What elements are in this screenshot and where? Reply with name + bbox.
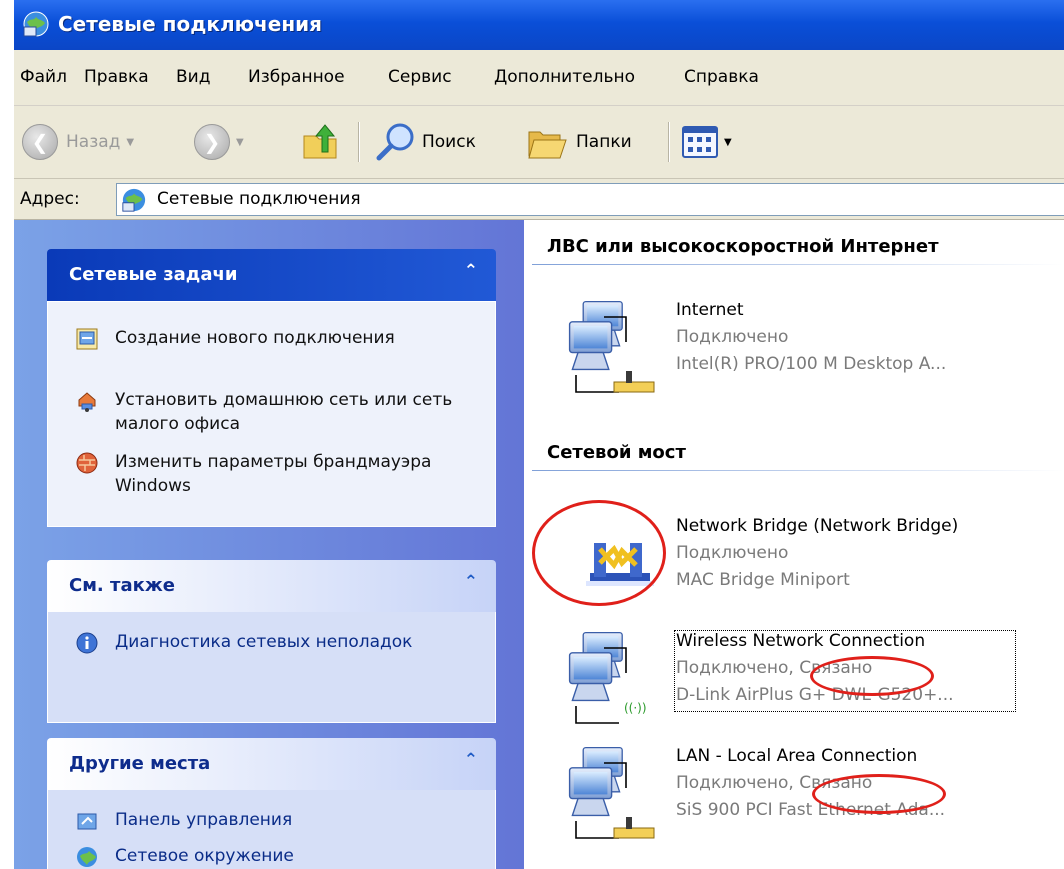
menu-favorites[interactable]: Избранное — [248, 67, 345, 87]
forward-arrow-icon: ❯ — [194, 124, 230, 160]
group-divider — [532, 470, 1064, 471]
search-button[interactable]: Поиск — [374, 106, 476, 178]
task-pane: Сетевые задачи ⌃ Создание нового подключ… — [14, 220, 524, 869]
toolbar-separator — [358, 122, 360, 162]
back-arrow-icon: ❮ — [22, 124, 58, 160]
connection-name: Network Bridge (Network Bridge) — [676, 516, 959, 536]
search-icon — [376, 123, 414, 161]
group-header-bridge: Сетевой мост — [547, 442, 686, 463]
task-label: Создание нового подключения — [115, 328, 395, 348]
task-home-network[interactable]: Установить домашнюю сеть или сеть малого… — [76, 388, 455, 436]
panel-header[interactable]: Сетевые задачи ⌃ — [47, 249, 496, 301]
menu-view[interactable]: Вид — [176, 67, 210, 87]
task-label: Изменить параметры брандмауэра Windows — [115, 452, 432, 496]
task-label: Сетевое окружение — [115, 846, 294, 866]
panel-title: Другие места — [69, 753, 211, 774]
collapse-chevron-icon[interactable]: ⌃ — [464, 572, 478, 592]
task-new-connection[interactable]: Создание нового подключения — [76, 326, 455, 350]
task-firewall-settings[interactable]: Изменить параметры брандмауэра Windows — [76, 450, 455, 498]
views-icon — [682, 126, 718, 158]
panel-body: Создание нового подключения Установить д… — [47, 301, 496, 527]
task-network-diagnostics[interactable]: Диагностика сетевых неполадок — [76, 630, 455, 654]
back-button[interactable]: ❮ Назад ▼ — [22, 106, 134, 178]
address-label: Адрес: — [20, 189, 80, 209]
lan-connection-icon — [568, 746, 655, 839]
network-tasks-panel: Сетевые задачи ⌃ Создание нового подключ… — [47, 249, 496, 527]
other-places-panel: Другие места ⌃ Панель управления Сетевое… — [47, 738, 496, 869]
address-bar: Адрес: Сетевые подключения — [14, 179, 1064, 220]
connection-name: LAN - Local Area Connection — [676, 746, 918, 766]
title-bar[interactable]: Сетевые подключения — [14, 0, 1064, 50]
connection-info: Internet Подключено Intel(R) PRO/100 M D… — [676, 297, 946, 378]
forward-button[interactable]: ❯ ▼ — [194, 106, 244, 178]
connection-status: Подключено — [676, 543, 789, 563]
menu-file[interactable]: Файл — [20, 67, 67, 87]
svg-text:((·)): ((·)) — [624, 701, 647, 715]
wireless-connection-icon: ((·)) — [568, 631, 647, 724]
new-connection-icon — [76, 328, 98, 350]
toolbar: ❮ Назад ▼ ❯ ▼ Поиск Папки ▼ — [14, 106, 1064, 179]
connection-device: MAC Bridge Miniport — [676, 570, 850, 590]
group-header-lan: ЛВС или высокоскоростной Интернет — [547, 236, 939, 257]
back-button-label: Назад — [66, 132, 121, 152]
firewall-icon — [76, 452, 98, 474]
highlight-ring-bridge — [532, 500, 666, 606]
chevron-down-icon: ▼ — [126, 136, 135, 148]
task-label: Панель управления — [115, 810, 293, 830]
panel-body: Панель управления Сетевое окружение — [47, 790, 496, 869]
search-button-label: Поиск — [422, 132, 476, 152]
up-folder-icon — [303, 124, 337, 159]
chevron-down-icon: ▼ — [236, 136, 244, 148]
menu-advanced[interactable]: Дополнительно — [494, 67, 635, 87]
views-button[interactable]: ▼ — [682, 106, 732, 178]
collapse-chevron-icon[interactable]: ⌃ — [464, 750, 478, 770]
highlight-ring-wireless-status — [810, 656, 934, 696]
task-label: Диагностика сетевых неполадок — [115, 632, 413, 652]
network-connections-icon — [122, 188, 146, 212]
address-value: Сетевые подключения — [157, 189, 361, 209]
home-network-icon — [78, 392, 96, 412]
place-control-panel[interactable]: Панель управления — [76, 808, 455, 832]
panel-title: См. также — [69, 575, 175, 596]
menu-bar: Файл Правка Вид Избранное Сервис Дополни… — [14, 50, 1064, 106]
connection-internet[interactable]: Internet Подключено Intel(R) PRO/100 M D… — [564, 297, 1064, 407]
toolbar-separator — [668, 122, 670, 162]
folders-button[interactable]: Папки — [526, 106, 632, 178]
connection-device: Intel(R) PRO/100 M Desktop A... — [676, 354, 947, 374]
explorer-window: Сетевые подключения Файл Правка Вид Избр… — [14, 0, 1064, 869]
task-label: Установить домашнюю сеть или сеть малого… — [115, 390, 453, 434]
info-icon — [76, 632, 98, 654]
panel-header[interactable]: См. также ⌃ — [47, 560, 496, 612]
window-title: Сетевые подключения — [58, 12, 323, 36]
connection-name: Internet — [676, 300, 744, 320]
highlight-ring-lan-status — [812, 774, 946, 814]
folders-icon — [528, 131, 567, 159]
panel-title: Сетевые задачи — [69, 264, 238, 285]
panel-header[interactable]: Другие места ⌃ — [47, 738, 496, 790]
place-network-neighborhood[interactable]: Сетевое окружение — [76, 844, 455, 868]
connection-status: Подключено — [676, 327, 789, 347]
see-also-panel: См. также ⌃ Диагностика сетевых неполадо… — [47, 560, 496, 723]
chevron-down-icon: ▼ — [724, 136, 732, 148]
folders-button-label: Папки — [576, 132, 632, 152]
group-divider — [532, 264, 1064, 265]
menu-tools[interactable]: Сервис — [388, 67, 452, 87]
menu-edit[interactable]: Правка — [84, 67, 149, 87]
collapse-chevron-icon[interactable]: ⌃ — [464, 261, 478, 281]
panel-body: Диагностика сетевых неполадок — [47, 612, 496, 723]
network-connections-icon — [23, 11, 49, 37]
network-places-icon — [77, 847, 97, 867]
address-field[interactable]: Сетевые подключения — [116, 183, 1064, 216]
menu-help[interactable]: Справка — [684, 67, 759, 87]
lan-connection-icon — [568, 300, 655, 393]
connection-info: Network Bridge (Network Bridge) Подключе… — [676, 513, 958, 594]
up-folder-button[interactable] — [300, 106, 340, 178]
control-panel-icon — [77, 813, 97, 830]
